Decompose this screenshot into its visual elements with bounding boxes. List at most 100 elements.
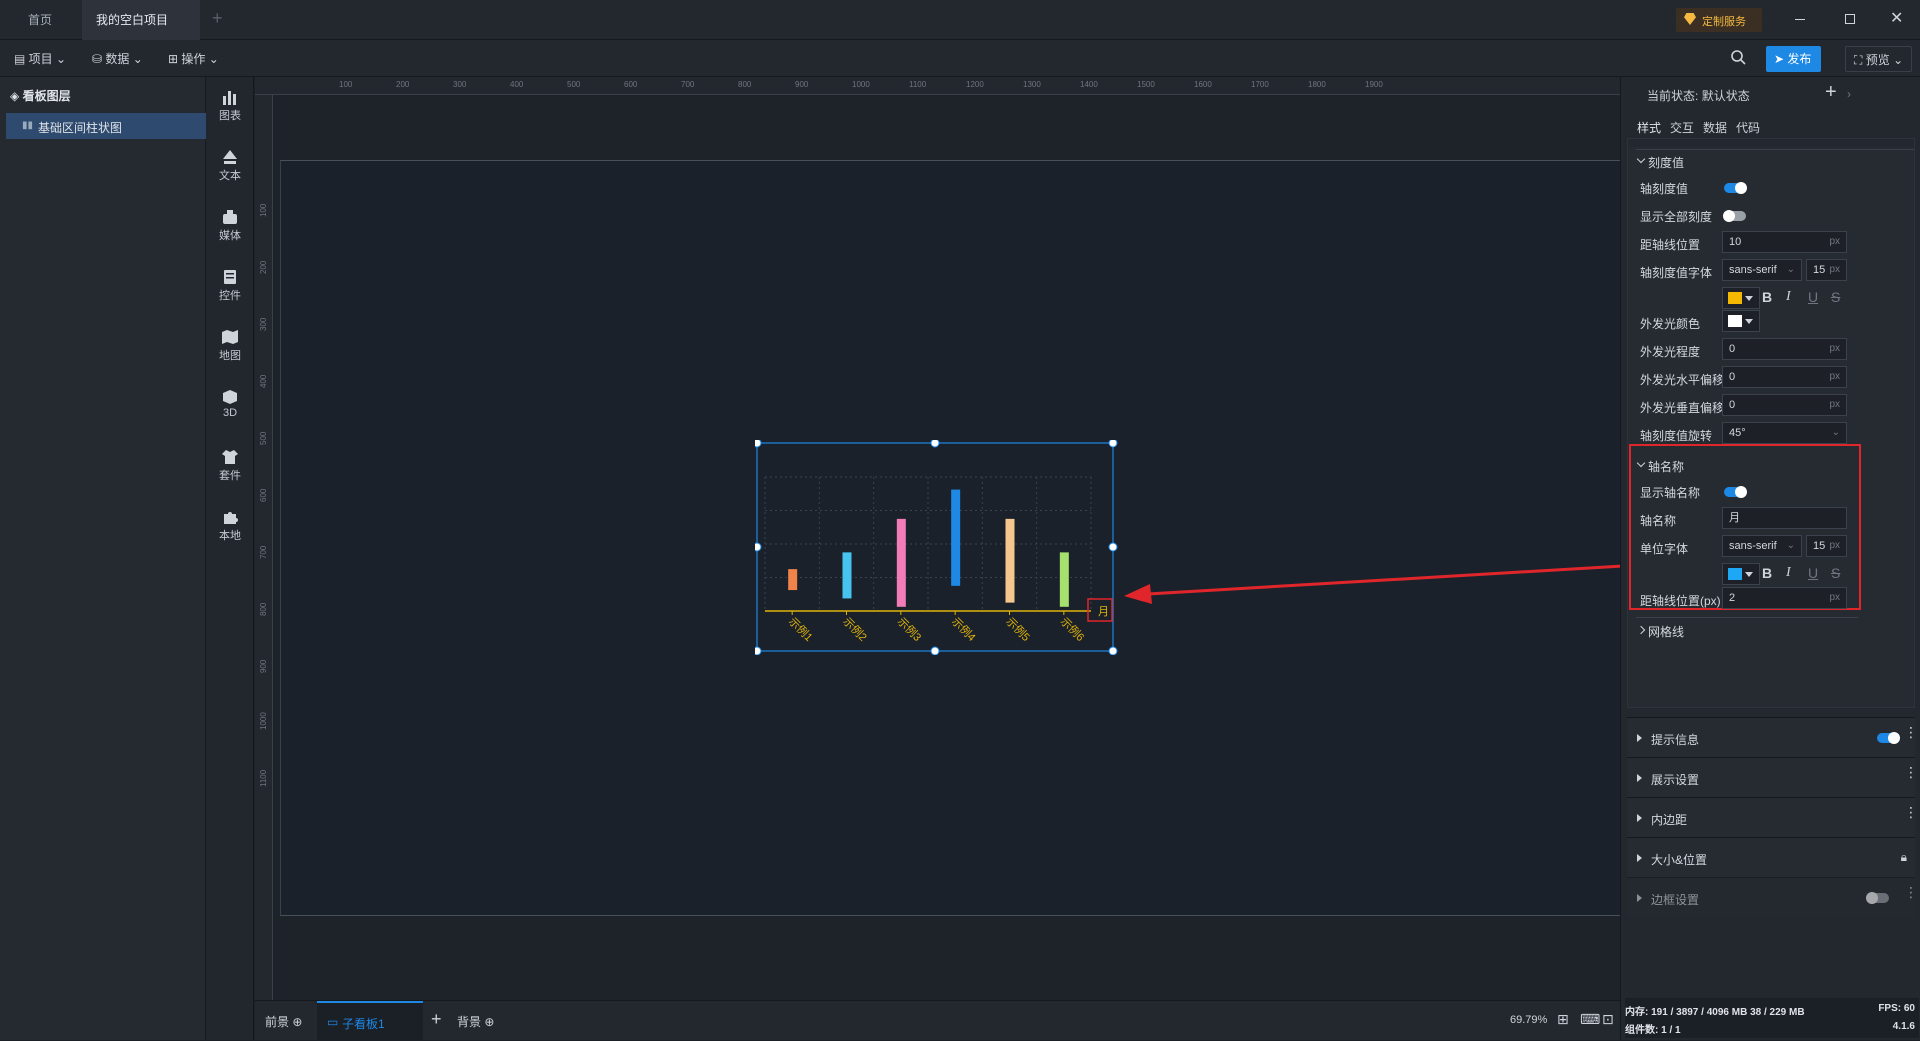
cat-local[interactable]: 本地 (206, 509, 254, 543)
italic-icon[interactable]: I (1786, 289, 1791, 305)
cat-media[interactable]: 媒体 (206, 209, 254, 243)
chart-bar[interactable] (1059, 552, 1069, 607)
tab-interaction[interactable]: 交互 (1670, 119, 1694, 136)
close-icon[interactable]: ✕ (1890, 8, 1903, 28)
custom-service-button[interactable]: 定制服务 (1676, 8, 1762, 32)
restore-icon[interactable] (1845, 14, 1855, 24)
chevron-right-icon[interactable]: › (1847, 87, 1851, 101)
more-icon[interactable]: ⋮ (1904, 885, 1918, 904)
resize-handle[interactable] (1108, 440, 1118, 448)
resize-handle[interactable] (755, 646, 762, 655)
strikethrough-icon[interactable]: S (1831, 289, 1840, 305)
glow-h-input[interactable]: 0 px (1722, 366, 1847, 388)
more-icon[interactable]: ⋮ (1904, 725, 1918, 744)
data-menu[interactable]: ⛁ 数据 ⌄ (92, 48, 143, 70)
axis-name-section-title[interactable]: 轴名称 (1648, 458, 1684, 475)
search-icon[interactable] (1730, 49, 1746, 65)
ruler-tick-label: 600 (624, 80, 638, 89)
tick-section-title[interactable]: 刻度值 (1648, 154, 1684, 171)
glow-degree-input[interactable]: 0 px (1722, 338, 1847, 360)
lock-icon[interactable]: 🔒︎ (1901, 850, 1907, 865)
chart-bar[interactable] (788, 569, 798, 591)
grid-section-title[interactable]: 网格线 (1648, 623, 1684, 640)
glow-h-value: 0 (1729, 371, 1736, 383)
tick-rotate-select[interactable]: 45° ⌄ (1722, 422, 1847, 444)
section-tooltip[interactable]: 提示信息 ⋮ (1627, 717, 1918, 757)
bold-icon[interactable]: B (1762, 289, 1772, 305)
tab-home[interactable]: 首页 (14, 0, 72, 40)
section-display[interactable]: 展示设置 ⋮ (1627, 757, 1918, 797)
resize-handle[interactable] (1108, 542, 1118, 552)
tab-code[interactable]: 代码 (1736, 119, 1760, 136)
show-all-ticks-toggle[interactable] (1723, 210, 1746, 222)
add-subboard-icon[interactable]: + (431, 1009, 442, 1030)
add-state-icon[interactable]: + (1825, 81, 1837, 104)
add-tab-icon[interactable]: + (212, 9, 228, 27)
resize-handle[interactable] (1108, 646, 1118, 655)
glow-v-input[interactable]: 0 px (1722, 394, 1847, 416)
publish-button[interactable]: ➤ 发布 (1766, 46, 1822, 72)
tick-font-select[interactable]: sans-serif ⌄ (1722, 259, 1802, 281)
cat-kit[interactable]: 套件 (206, 449, 254, 483)
unit-font-select[interactable]: sans-serif ⌄ (1722, 535, 1802, 557)
more-icon[interactable]: ⋮ (1904, 805, 1918, 824)
ruler-tick-label: 1900 (1365, 80, 1383, 89)
glow-color-picker[interactable] (1722, 310, 1760, 332)
show-axis-name-toggle[interactable] (1724, 486, 1747, 498)
fit-screen-icon[interactable]: ⊞ (1557, 1011, 1569, 1028)
axis-tick-toggle[interactable] (1724, 182, 1747, 194)
section-padding[interactable]: 内边距 ⋮ (1627, 797, 1918, 837)
underline-icon[interactable]: U (1808, 289, 1818, 305)
unit-color-picker[interactable] (1722, 563, 1760, 585)
chevron-down-icon[interactable] (1636, 154, 1646, 164)
unit-font-value: sans-serif (1729, 540, 1777, 552)
background-tab[interactable]: 背景 ⊕ (457, 1013, 494, 1030)
interval-bar-chart[interactable]: 示例1 示例2 示例3 示例4 示例5 示例6 月 (755, 440, 1125, 655)
preview-button[interactable]: ⛶ 预览 ⌄ (1845, 46, 1913, 72)
section-size-position[interactable]: 大小&位置 🔒︎ (1627, 837, 1915, 877)
foreground-tab[interactable]: 前景 ⊕ (265, 1013, 302, 1030)
unit-font-size-input[interactable]: 15 px (1806, 535, 1847, 557)
tick-font-size-input[interactable]: 15 px (1806, 259, 1847, 281)
subboard-tab[interactable]: ▭ 子看板1 (317, 1001, 423, 1041)
chart-bar[interactable] (1005, 518, 1015, 603)
cat-map[interactable]: 地图 (206, 329, 254, 363)
axis-name-input[interactable]: 月 (1722, 507, 1847, 529)
tab-data[interactable]: 数据 (1703, 119, 1727, 136)
keyboard-icon[interactable]: ⌨ (1580, 1011, 1600, 1028)
layer-item[interactable]: ▮▮ 基础区间柱状图 (6, 113, 206, 139)
cat-control[interactable]: 控件 (206, 269, 254, 303)
ruler-tick-label: 1300 (1023, 80, 1041, 89)
bold-icon[interactable]: B (1762, 565, 1772, 581)
distance-axis-input[interactable]: 10 px (1722, 231, 1847, 253)
ruler-tick-label: 1600 (1194, 80, 1212, 89)
zoom-level[interactable]: 69.79% (1510, 1014, 1547, 1026)
cat-chart[interactable]: 图表 (206, 89, 254, 123)
tab-style[interactable]: 样式 (1637, 119, 1661, 136)
border-toggle[interactable] (1866, 892, 1889, 904)
more-icon[interactable]: ⋮ (1904, 765, 1918, 784)
terminal-icon[interactable]: ⊡ (1602, 1011, 1614, 1028)
italic-icon[interactable]: I (1786, 565, 1791, 581)
chevron-down-icon: ⌄ (56, 52, 67, 66)
resize-handle[interactable] (930, 440, 940, 448)
cat-3d[interactable]: 3D (206, 389, 254, 419)
cat-text[interactable]: 文本 (206, 149, 254, 183)
tick-color-picker[interactable] (1722, 287, 1760, 309)
resize-handle[interactable] (755, 542, 762, 552)
project-menu[interactable]: ▤ 项目 ⌄ (14, 48, 66, 70)
resize-handle[interactable] (755, 440, 762, 448)
tab-my-project[interactable]: 我的空白项目 (82, 0, 200, 65)
chart-bar[interactable] (896, 518, 906, 607)
tooltip-toggle[interactable] (1877, 732, 1900, 744)
strikethrough-icon[interactable]: S (1831, 565, 1840, 581)
section-border[interactable]: 边框设置 ⋮ (1627, 877, 1918, 917)
resize-handle[interactable] (930, 646, 940, 655)
chart-bar[interactable] (842, 552, 852, 599)
operate-menu[interactable]: ⊞ 操作 ⌄ (168, 48, 219, 70)
chevron-right-icon[interactable] (1636, 625, 1646, 635)
chart-bar[interactable] (951, 489, 961, 586)
axis-name-distance-input[interactable]: 2 px (1722, 587, 1847, 609)
underline-icon[interactable]: U (1808, 565, 1818, 581)
minimize-icon[interactable] (1795, 19, 1805, 20)
